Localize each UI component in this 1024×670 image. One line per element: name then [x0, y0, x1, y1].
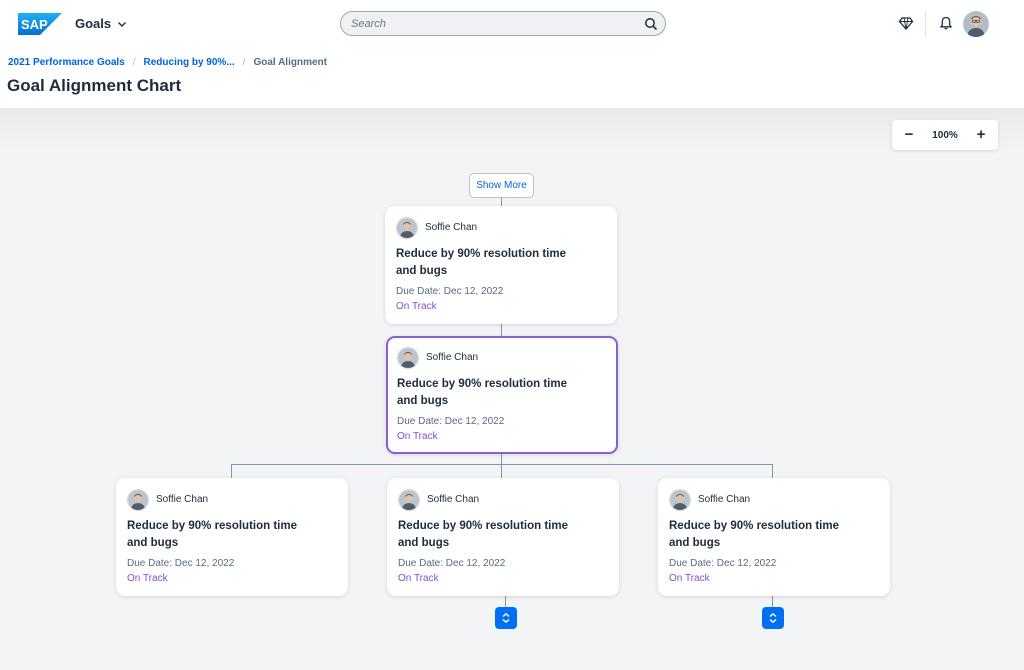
alignment-chart-canvas[interactable]: − 100% + Show More Soffie Chan Reduce by… [0, 108, 1024, 670]
goal-owner-name: Soffie Chan [426, 352, 479, 363]
breadcrumb-separator: / [132, 57, 136, 68]
connector-line [505, 596, 506, 607]
goal-due-date: Due Date: Dec 12, 2022 [396, 286, 504, 297]
avatar [396, 217, 418, 239]
connector-line [501, 453, 502, 464]
goal-title: Reduce by 90% resolution time and bugs [397, 378, 567, 407]
avatar [669, 489, 691, 511]
goal-card[interactable]: Soffie Chan Reduce by 90% resolution tim… [658, 478, 890, 596]
app-title-menu[interactable]: Goals [75, 16, 127, 31]
goal-title: Reduce by 90% resolution time and bugs [396, 248, 566, 277]
zoom-in-button[interactable]: + [974, 127, 988, 142]
goal-title: Reduce by 90% resolution time and bugs [398, 520, 568, 549]
goal-owner-name: Soffie Chan [427, 494, 480, 505]
goal-status: On Track [397, 431, 438, 442]
connector-line [772, 464, 773, 478]
zoom-control: − 100% + [892, 120, 998, 150]
shell-bar: SAP Goals Search [0, 0, 1024, 48]
breadcrumb-separator: / [242, 57, 246, 68]
app-title: Goals [75, 16, 112, 31]
shell-separator [925, 11, 926, 37]
breadcrumb-current: Goal Alignment [253, 57, 327, 68]
diamond-icon[interactable] [898, 15, 914, 31]
show-more-button[interactable]: Show More [469, 173, 534, 198]
canvas-header-shade [0, 108, 1024, 154]
connector-line [231, 464, 773, 465]
goal-status: On Track [396, 301, 437, 312]
goal-due-date: Due Date: Dec 12, 2022 [397, 416, 505, 427]
goal-status: On Track [669, 573, 710, 584]
search-icon[interactable] [644, 17, 658, 31]
goal-status: On Track [127, 573, 168, 584]
goal-due-date: Due Date: Dec 12, 2022 [398, 558, 506, 569]
goal-status: On Track [398, 573, 439, 584]
search-input[interactable]: Search [340, 11, 666, 36]
goal-due-date: Due Date: Dec 12, 2022 [127, 558, 235, 569]
chevron-up-down-icon [502, 612, 510, 624]
zoom-out-button[interactable]: − [902, 127, 916, 142]
page-title: Goal Alignment Chart [7, 76, 182, 95]
goal-title: Reduce by 90% resolution time and bugs [669, 520, 839, 549]
user-avatar-icon[interactable] [963, 11, 989, 37]
goal-card[interactable]: Soffie Chan Reduce by 90% resolution tim… [385, 206, 617, 324]
avatar [398, 489, 420, 511]
bell-icon[interactable] [938, 15, 954, 31]
goal-due-date: Due Date: Dec 12, 2022 [669, 558, 777, 569]
goal-title: Reduce by 90% resolution time and bugs [127, 520, 297, 549]
breadcrumb-link-performance-goals[interactable]: 2021 Performance Goals [8, 57, 125, 68]
goal-owner-name: Soffie Chan [156, 494, 209, 505]
svg-text:SAP: SAP [21, 17, 48, 32]
avatar [127, 489, 149, 511]
chevron-up-down-icon [769, 612, 777, 624]
sap-logo-icon[interactable]: SAP [18, 13, 62, 35]
breadcrumb: 2021 Performance Goals / Reducing by 90%… [8, 57, 327, 68]
search-placeholder: Search [351, 18, 386, 30]
goal-card[interactable]: Soffie Chan Reduce by 90% resolution tim… [387, 478, 619, 596]
chevron-down-icon [118, 21, 127, 27]
zoom-level: 100% [932, 129, 958, 141]
expand-children-button[interactable] [495, 607, 517, 629]
connector-line [772, 596, 773, 607]
connector-line [501, 464, 502, 478]
goal-owner-name: Soffie Chan [425, 222, 478, 233]
goal-card[interactable]: Soffie Chan Reduce by 90% resolution tim… [116, 478, 348, 596]
expand-children-button[interactable] [762, 607, 784, 629]
avatar [397, 347, 419, 369]
goal-card-selected[interactable]: Soffie Chan Reduce by 90% resolution tim… [386, 336, 618, 454]
connector-line [231, 464, 232, 478]
goal-owner-name: Soffie Chan [698, 494, 751, 505]
breadcrumb-link-reducing[interactable]: Reducing by 90%... [144, 57, 235, 68]
